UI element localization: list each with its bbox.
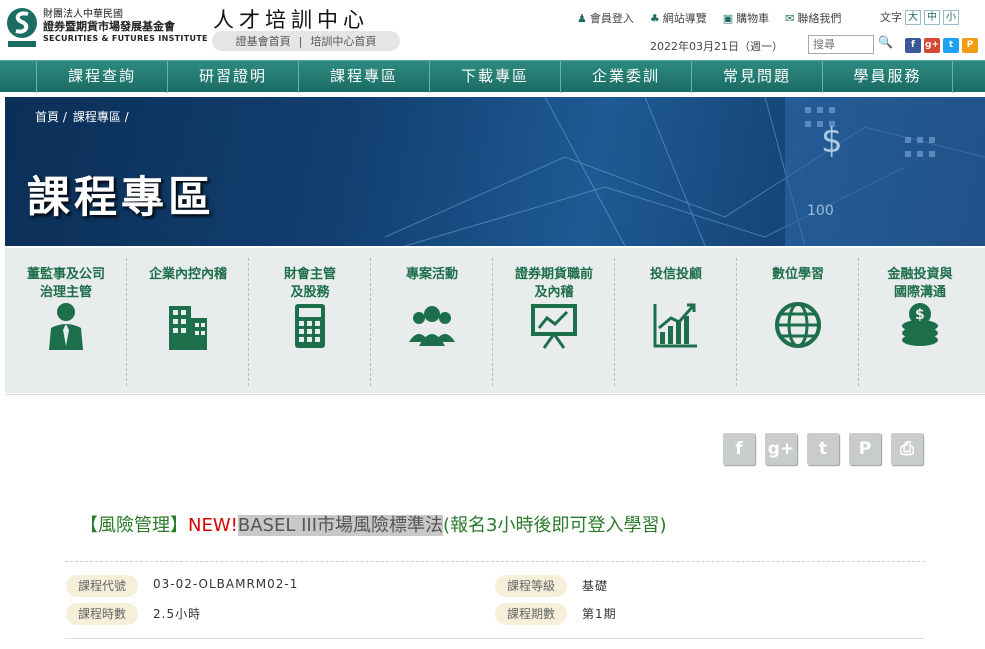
course-period-label: 課程期數	[495, 603, 568, 625]
page-title: 課程專區	[27, 173, 215, 223]
course-note: (報名3小時後即可登入學習)	[443, 515, 667, 536]
site-title[interactable]: 人才培訓中心	[213, 4, 369, 34]
current-date: 2022年03月21日（週一）	[650, 40, 783, 53]
sitemap-label: 網站導覽	[662, 12, 707, 25]
course-level-label: 課程等級	[495, 575, 568, 597]
category-international[interactable]: 金融投資與 國際溝通 $	[859, 248, 981, 393]
googleplus-icon[interactable]: g+	[924, 38, 940, 53]
font-size-large-button[interactable]: 大	[905, 9, 921, 25]
contact-icon: ✉	[785, 12, 795, 25]
category-investment-trust[interactable]: 投信投顧	[615, 248, 737, 393]
member-login-link[interactable]: ♟ 會員登入	[577, 10, 634, 26]
category-label: 金融投資與 國際溝通	[887, 267, 953, 300]
org-name-line2: 證券暨期貨市場發展基金會	[43, 20, 175, 33]
main-nav: 課程查詢 研習證明 課程專區 下載專區 企業委訓 常見問題 學員服務	[0, 60, 985, 93]
sitemap-icon: ♣	[649, 12, 660, 25]
training-home-link[interactable]: 培訓中心首頁	[310, 33, 376, 49]
globe-icon	[775, 302, 821, 348]
facebook-icon[interactable]: f	[905, 38, 921, 53]
cart-link[interactable]: ▣ 購物車	[723, 10, 769, 26]
category-strip: 董監事及公司 治理主管 企業內控內稽 財會主管 及股務 專案活動 證券期貨職前 …	[5, 248, 985, 393]
nav-faq[interactable]: 常見問題	[691, 61, 822, 93]
font-size-small-button[interactable]: 小	[943, 9, 959, 25]
nav-course-search[interactable]: 課程查詢	[36, 61, 167, 93]
category-internal-control[interactable]: 企業內控內稽	[127, 248, 249, 393]
share-buttons: f g+ t P ⎙	[723, 433, 923, 465]
font-size-label: 文字	[880, 11, 902, 24]
category-finance[interactable]: 財會主管 及股務	[249, 248, 371, 393]
sfi-logo[interactable]	[6, 5, 38, 49]
group-icon	[409, 306, 455, 346]
nav-student-service[interactable]: 學員服務	[822, 61, 953, 93]
course-period-value: 第1期	[582, 607, 617, 621]
sfi-home-link[interactable]: 證基會首頁	[236, 33, 291, 49]
organization-name: 財團法人中華民國 證券暨期貨市場發展基金會 SECURITIES & FUTUR…	[43, 9, 208, 45]
font-size-switch: 文字 大 中 小	[880, 9, 959, 25]
divider	[65, 638, 925, 639]
course-code-value: 03-02-OLBAMRM02-1	[153, 577, 299, 591]
category-label: 企業內控內稽	[148, 267, 227, 282]
growth-chart-icon	[653, 303, 697, 348]
category-label: 財會主管 及股務	[283, 267, 336, 300]
member-icon: ♟	[577, 12, 587, 25]
top-social-links: f g+ t P	[905, 38, 978, 53]
page-banner: $ 100 首頁 / 課程專區 / 課程專區	[5, 97, 985, 246]
nav-downloads[interactable]: 下載專區	[429, 61, 560, 93]
category-pre-employment[interactable]: 證券期貨職前 及內稽	[493, 248, 615, 393]
cart-icon: ▣	[722, 12, 734, 25]
breadcrumb-course-zone[interactable]: 課程專區 /	[73, 108, 129, 125]
course-level-value: 基礎	[582, 579, 609, 593]
link-separator: |	[298, 34, 303, 48]
contact-label: 聯絡我們	[797, 12, 842, 25]
course-hours-label: 課程時數	[66, 603, 139, 625]
print-icon[interactable]: ⎙	[891, 433, 923, 465]
share-twitter-icon[interactable]: t	[807, 433, 839, 465]
contact-link[interactable]: ✉ 聯絡我們	[785, 10, 841, 26]
search-icon[interactable]: 🔍	[878, 35, 893, 49]
top-links: 證基會首頁 | 培訓中心首頁	[212, 31, 400, 51]
share-googleplus-icon[interactable]: g+	[765, 433, 797, 465]
category-directors[interactable]: 董監事及公司 治理主管	[5, 248, 127, 393]
category-e-learning[interactable]: 數位學習	[737, 248, 859, 393]
category-label: 證券期貨職前 及內稽	[514, 267, 593, 300]
category-label: 數位學習	[771, 267, 824, 282]
svg-text:$: $	[821, 121, 843, 161]
nav-course-zone[interactable]: 課程專區	[298, 61, 429, 93]
share-plurk-icon[interactable]: P	[849, 433, 881, 465]
nav-certificate[interactable]: 研習證明	[167, 61, 298, 93]
utility-links: ♟ 會員登入 ♣ 網站導覽 ▣ 購物車 ✉ 聯絡我們	[577, 10, 841, 26]
new-badge: NEW!	[188, 515, 238, 536]
divider	[65, 561, 925, 562]
top-header: 財團法人中華民國 證券暨期貨市場發展基金會 SECURITIES & FUTUR…	[0, 0, 985, 60]
org-name-english: SECURITIES & FUTURES INSTITUTE	[43, 34, 208, 43]
font-size-medium-button[interactable]: 中	[924, 9, 940, 25]
coins-icon: $	[902, 303, 938, 346]
category-label: 董監事及公司 治理主管	[26, 267, 105, 300]
course-code-label: 課程代號	[66, 575, 139, 597]
course-title: 【風險管理】NEW!BASEL III市場風險標準法(報名3小時後即可登入學習)	[80, 511, 667, 537]
svg-text:100: 100	[807, 203, 834, 219]
category-label: 專案活動	[405, 267, 458, 282]
share-facebook-icon[interactable]: f	[723, 433, 755, 465]
breadcrumb-home[interactable]: 首頁 /	[35, 108, 67, 125]
member-login-label: 會員登入	[589, 12, 634, 25]
course-detail: f g+ t P ⎙ 【風險管理】NEW!BASEL III市場風險標準法(報名…	[5, 394, 985, 649]
nav-corporate-training[interactable]: 企業委訓	[560, 61, 691, 93]
presentation-icon	[531, 304, 577, 349]
sitemap-link[interactable]: ♣ 網站導覽	[650, 10, 707, 26]
plurk-icon[interactable]: P	[962, 38, 978, 53]
course-hours-value: 2.5小時	[153, 607, 202, 621]
category-label: 投信投顧	[649, 267, 702, 282]
calculator-icon	[295, 304, 325, 348]
director-icon	[49, 303, 83, 350]
course-category: 【風險管理】	[80, 515, 188, 536]
category-projects[interactable]: 專案活動	[371, 248, 493, 393]
breadcrumb: 首頁 / 課程專區 /	[35, 108, 129, 125]
cart-label: 購物車	[736, 12, 770, 25]
course-name: BASEL III市場風險標準法	[237, 515, 443, 536]
building-icon	[169, 306, 207, 350]
twitter-icon[interactable]: t	[943, 38, 959, 53]
search-input[interactable]	[808, 35, 874, 54]
svg-text:$: $	[915, 307, 925, 323]
